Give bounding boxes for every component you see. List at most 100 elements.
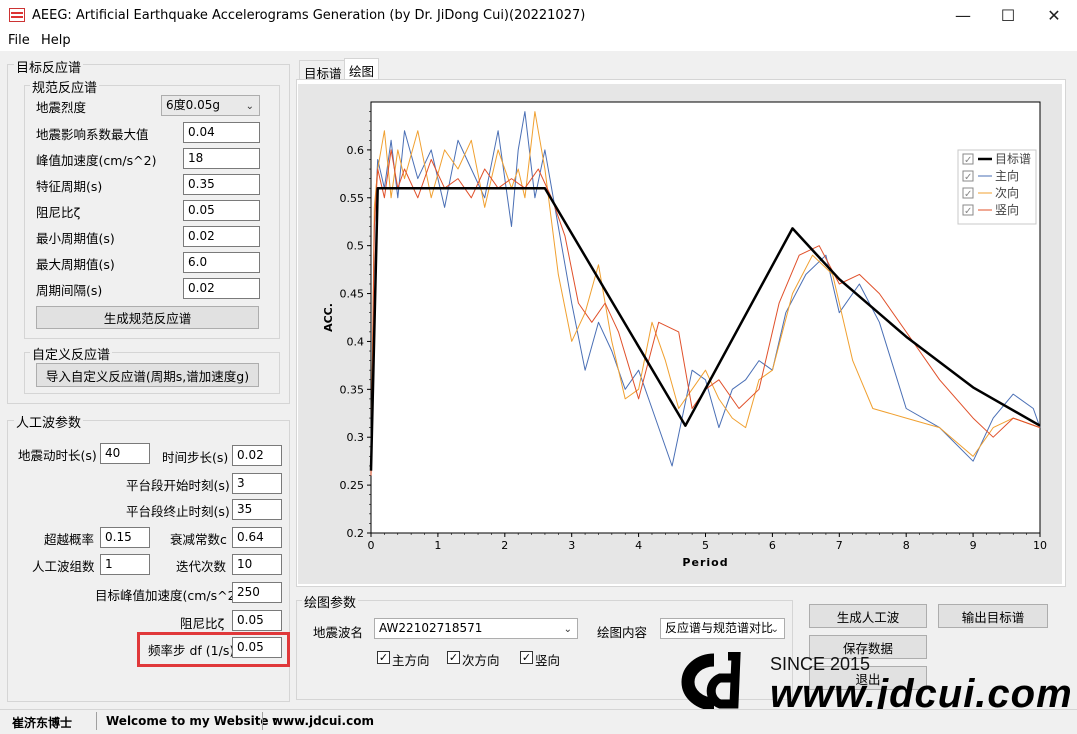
dt-label: 时间步长(s) — [162, 450, 229, 465]
damp-input[interactable]: 0.05 — [232, 610, 282, 631]
export-target-button[interactable]: 输出目标谱 — [938, 604, 1048, 628]
plot-content-select[interactable]: 反应谱与规范谱对比 ⌄ — [660, 618, 785, 639]
target-pga-input[interactable]: 250 — [232, 582, 282, 603]
tstep-input[interactable]: 0.02 — [183, 278, 260, 299]
chevron-down-icon: ⌄ — [245, 101, 254, 112]
jdcui-logo — [681, 652, 741, 711]
legend-label: 主向 — [995, 168, 1019, 183]
legend-check-mark: ✓ — [964, 206, 972, 217]
wave-name-select-value: AW22102718571 — [379, 621, 483, 635]
minimize-button[interactable]: — — [940, 0, 986, 31]
legend-label: 次向 — [995, 185, 1019, 200]
generate-code-spectrum-button[interactable]: 生成规范反应谱 — [36, 306, 259, 329]
iter-label: 迭代次数 — [176, 559, 227, 574]
menu-help[interactable]: Help — [41, 33, 71, 48]
alpha-max-input[interactable]: 0.04 — [183, 122, 260, 143]
y-tick-label: 0.45 — [340, 288, 365, 301]
y-tick-label: 0.6 — [347, 144, 365, 157]
wave-name-select[interactable]: AW22102718571 ⌄ — [374, 618, 578, 639]
decay-label: 衰减常数c — [170, 532, 227, 547]
legend-check-mark: ✓ — [964, 172, 972, 183]
intensity-select-value: 6度0.05g — [166, 98, 220, 112]
code-spectrum-group-label: 规范反应谱 — [30, 77, 100, 96]
vertical-dir-label: 竖向 — [535, 653, 561, 668]
x-tick-label: 2 — [501, 539, 508, 552]
import-custom-spectrum-button[interactable]: 导入自定义反应谱(周期s,谱加速度g) — [36, 363, 259, 387]
tmin-label: 最小周期值(s) — [36, 231, 115, 246]
x-tick-label: 10 — [1033, 539, 1047, 552]
chevron-down-icon: ⌄ — [770, 624, 779, 635]
tmax-input[interactable]: 6.0 — [183, 252, 260, 273]
intensity-label: 地震烈度 — [36, 100, 87, 115]
intensity-select[interactable]: 6度0.05g ⌄ — [161, 95, 260, 116]
x-tick-label: 5 — [702, 539, 709, 552]
damping-label: 阻尼比ζ — [36, 205, 81, 220]
x-axis-label: Period — [682, 556, 728, 569]
menu-bar — [0, 31, 1077, 51]
custom-spectrum-group-label: 自定义反应谱 — [30, 344, 113, 363]
exceed-input[interactable]: 0.15 — [100, 527, 150, 548]
tg-label: 特征周期(s) — [36, 179, 103, 194]
duration-label: 地震动时长(s) — [18, 448, 97, 463]
legend-check-mark: ✓ — [964, 189, 972, 200]
menu-file[interactable]: File — [8, 33, 30, 48]
status-welcome: Welcome to my Website : — [106, 714, 278, 728]
maximize-button[interactable]: ☐ — [985, 0, 1031, 31]
status-website[interactable]: www.jdcui.com — [272, 714, 374, 728]
pga-input[interactable]: 18 — [183, 148, 260, 169]
dt-input[interactable]: 0.02 — [232, 445, 282, 466]
df-label: 频率步 df (1/s) — [148, 643, 235, 658]
alpha-max-label: 地震影响系数最大值 — [36, 127, 149, 142]
y-tick-label: 0.55 — [340, 192, 365, 205]
decay-input[interactable]: 0.64 — [232, 527, 282, 548]
status-author: 崔济东博士 — [12, 716, 73, 730]
y-axis-label: ACC. — [322, 303, 335, 332]
x-tick-label: 4 — [635, 539, 642, 552]
count-input[interactable]: 1 — [100, 554, 150, 575]
vertical-dir-checkbox[interactable]: ✓ — [520, 651, 533, 664]
plateau-start-input[interactable]: 3 — [232, 473, 282, 494]
damp-label: 阻尼比ζ — [180, 616, 225, 631]
y-tick-label: 0.5 — [347, 240, 365, 253]
x-tick-label: 0 — [368, 539, 375, 552]
close-button[interactable]: ✕ — [1031, 0, 1077, 31]
plot-content-label: 绘图内容 — [597, 625, 648, 640]
target-pga-label: 目标峰值加速度(cm/s^2) — [95, 588, 241, 603]
main-dir-label: 主方向 — [392, 653, 430, 668]
x-tick-label: 7 — [836, 539, 843, 552]
exceed-label: 超越概率 — [44, 532, 95, 547]
df-input[interactable]: 0.05 — [232, 637, 282, 658]
plot-area — [370, 101, 1041, 534]
generate-wave-button[interactable]: 生成人工波 — [809, 604, 927, 628]
damping-input[interactable]: 0.05 — [183, 200, 260, 221]
wave-name-label: 地震波名 — [313, 625, 364, 640]
plateau-end-label: 平台段终止时刻(s) — [126, 504, 230, 519]
y-tick-label: 0.2 — [347, 527, 365, 540]
iter-input[interactable]: 10 — [232, 554, 282, 575]
count-label: 人工波组数 — [32, 559, 95, 574]
x-tick-label: 9 — [970, 539, 977, 552]
legend-label: 目标谱 — [995, 152, 1031, 166]
main-dir-checkbox[interactable]: ✓ — [377, 651, 390, 664]
tstep-label: 周期间隔(s) — [36, 283, 103, 298]
tmin-input[interactable]: 0.02 — [183, 226, 260, 247]
x-tick-label: 1 — [434, 539, 441, 552]
duration-input[interactable]: 40 — [100, 443, 150, 464]
tmax-label: 最大周期值(s) — [36, 257, 115, 272]
plot-content-select-value: 反应谱与规范谱对比 — [665, 621, 774, 635]
y-tick-label: 0.35 — [340, 383, 365, 396]
status-separator — [262, 712, 263, 730]
chevron-down-icon: ⌄ — [563, 624, 572, 635]
app-icon — [9, 8, 25, 22]
x-tick-label: 3 — [568, 539, 575, 552]
spectrum-chart: 0 1 2 3 4 5 6 7 8 9 10 0.2 0.25 0.3 0.35 0.4 0.45 0.5 0.55… — [322, 101, 1047, 569]
window-title: AEEG: Artificial Earthquake Accelerogram… — [32, 8, 586, 23]
y-tick-label: 0.4 — [347, 335, 365, 348]
status-separator — [96, 712, 97, 730]
second-dir-checkbox[interactable]: ✓ — [447, 651, 460, 664]
tab-target-spectrum[interactable]: 目标谱 — [299, 60, 347, 81]
legend-label: 竖向 — [995, 202, 1019, 217]
tab-plot[interactable]: 绘图 — [344, 58, 380, 80]
plateau-end-input[interactable]: 35 — [232, 499, 282, 520]
tg-input[interactable]: 0.35 — [183, 174, 260, 195]
